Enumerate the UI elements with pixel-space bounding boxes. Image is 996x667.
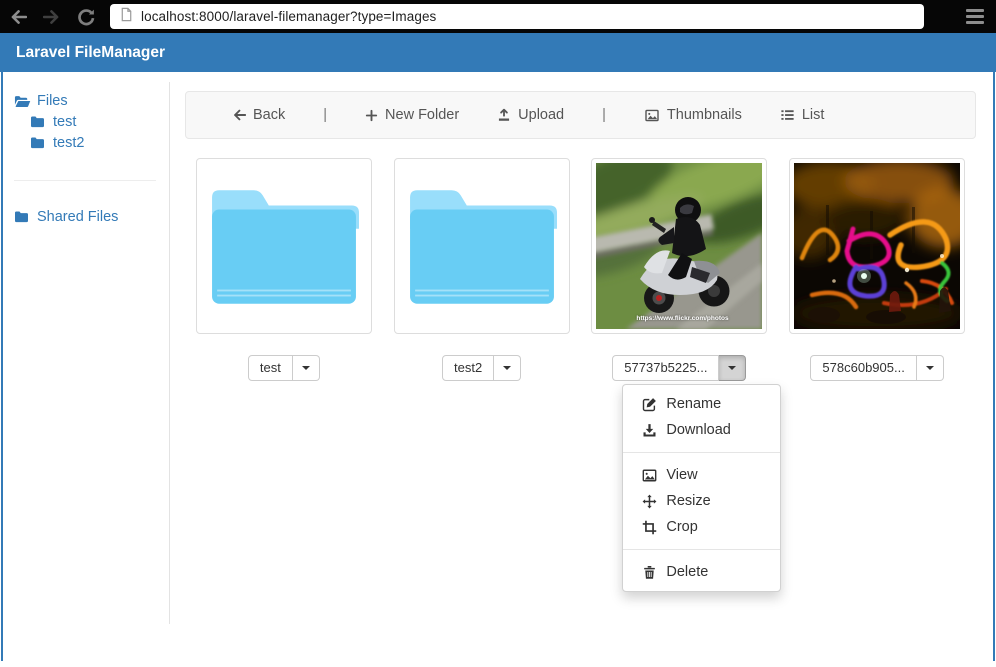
sidebar: Files test test2 Shared Files	[0, 72, 170, 667]
download-icon	[642, 423, 657, 438]
item-caret-button[interactable]	[917, 355, 944, 381]
sidebar-item-test2[interactable]: test2	[30, 133, 170, 153]
thumbnails-icon	[644, 108, 660, 123]
browser-back-icon[interactable]	[8, 7, 28, 27]
sidebar-item-files[interactable]: Files	[14, 91, 170, 111]
menu-divider	[623, 549, 780, 550]
item-caret-button[interactable]	[719, 355, 746, 381]
url-text: localhost:8000/laravel-filemanager?type=…	[141, 9, 436, 24]
light-painting-photo	[794, 163, 960, 329]
grid-item-image-2: 578c60b905...	[778, 158, 976, 381]
crop-icon	[642, 520, 657, 535]
upload-label: Upload	[518, 107, 564, 123]
item-dropdown-button: 57737b5225...	[612, 355, 746, 381]
menu-item-crop[interactable]: Crop	[623, 514, 780, 540]
folder-icon	[14, 210, 31, 224]
items-grid: test test2	[185, 158, 976, 381]
browser-forward-icon[interactable]	[42, 7, 62, 27]
folder-icon	[30, 115, 47, 129]
menu-item-label: Download	[666, 421, 731, 439]
browser-chrome: localhost:8000/laravel-filemanager?type=…	[0, 0, 996, 33]
sidebar-item-label: test2	[53, 133, 84, 153]
item-caret-button[interactable]	[494, 355, 521, 381]
sidebar-item-shared-files[interactable]: Shared Files	[14, 207, 170, 227]
menu-item-rename[interactable]: Rename	[623, 391, 780, 417]
image-thumbnail[interactable]: https://www.flickr.com/photos	[591, 158, 767, 334]
upload-button[interactable]: Upload	[497, 107, 564, 123]
folder-icon	[30, 136, 47, 150]
list-button[interactable]: List	[780, 107, 825, 123]
menu-item-resize[interactable]: Resize	[623, 488, 780, 514]
back-button[interactable]: Back	[232, 107, 285, 123]
folder-icon	[406, 184, 558, 308]
delete-icon	[642, 565, 657, 580]
toolbar-separator: |	[602, 107, 606, 123]
item-dropdown-button: test2	[442, 355, 521, 381]
menu-item-label: Rename	[666, 395, 721, 413]
image-thumbnail[interactable]	[789, 158, 965, 334]
upload-icon	[497, 108, 511, 122]
chevron-down-icon	[728, 366, 736, 370]
context-menu: Rename Download View	[622, 384, 781, 592]
sidebar-divider	[14, 180, 156, 181]
folder-icon	[208, 184, 360, 308]
toolbar-separator: |	[323, 107, 327, 123]
item-name-button[interactable]: 57737b5225...	[612, 355, 719, 381]
address-bar[interactable]: localhost:8000/laravel-filemanager?type=…	[110, 4, 924, 29]
new-folder-label: New Folder	[385, 107, 459, 123]
rename-icon	[642, 397, 657, 412]
browser-reload-icon[interactable]	[76, 7, 96, 27]
item-caret-button[interactable]	[293, 355, 320, 381]
main-area: Files test test2 Shared Files	[0, 72, 996, 667]
view-icon	[642, 468, 657, 483]
photo-watermark: https://www.flickr.com/photos	[636, 315, 728, 322]
grid-item-folder-test: test	[185, 158, 383, 381]
toolbar: Back | New Folder Upload | Thumbnai	[185, 91, 976, 139]
menu-item-delete[interactable]: Delete	[623, 559, 780, 585]
app-title: Laravel FileManager	[16, 44, 165, 62]
app-header: Laravel FileManager	[0, 33, 996, 72]
item-dropdown-button: test	[248, 355, 320, 381]
item-name-button[interactable]: test2	[442, 355, 494, 381]
grid-item-folder-test2: test2	[383, 158, 581, 381]
menu-divider	[623, 452, 780, 453]
item-name-button[interactable]: 578c60b905...	[810, 355, 916, 381]
sidebar-item-test[interactable]: test	[30, 112, 170, 132]
chevron-down-icon	[503, 366, 511, 370]
folder-thumbnail[interactable]	[196, 158, 372, 334]
list-label: List	[802, 107, 825, 123]
folder-open-icon	[14, 94, 31, 108]
thumbnails-button[interactable]: Thumbnails	[644, 107, 742, 123]
menu-item-label: Delete	[666, 563, 708, 581]
resize-icon	[642, 494, 657, 509]
motorcycle-photo: https://www.flickr.com/photos	[596, 163, 762, 329]
page-icon	[119, 7, 134, 27]
sidebar-item-label: Files	[37, 91, 68, 111]
thumbnails-label: Thumbnails	[667, 107, 742, 123]
plus-icon	[365, 109, 378, 122]
list-icon	[780, 108, 795, 122]
item-dropdown-button: 578c60b905...	[810, 355, 943, 381]
folder-thumbnail[interactable]	[394, 158, 570, 334]
chevron-down-icon	[302, 366, 310, 370]
menu-item-label: Crop	[666, 518, 697, 536]
menu-item-download[interactable]: Download	[623, 417, 780, 443]
item-name-button[interactable]: test	[248, 355, 293, 381]
browser-menu-icon[interactable]	[966, 9, 984, 24]
grid-item-image-1: https://www.flickr.com/photos 57737b5225…	[581, 158, 779, 381]
chevron-down-icon	[926, 366, 934, 370]
back-label: Back	[253, 107, 285, 123]
new-folder-button[interactable]: New Folder	[365, 107, 459, 123]
arrow-left-icon	[232, 108, 246, 122]
menu-item-label: View	[666, 466, 697, 484]
sidebar-item-label: Shared Files	[37, 207, 118, 227]
sidebar-item-label: test	[53, 112, 76, 132]
content-area: Back | New Folder Upload | Thumbnai	[170, 72, 996, 667]
menu-item-label: Resize	[666, 492, 710, 510]
menu-item-view[interactable]: View	[623, 462, 780, 488]
